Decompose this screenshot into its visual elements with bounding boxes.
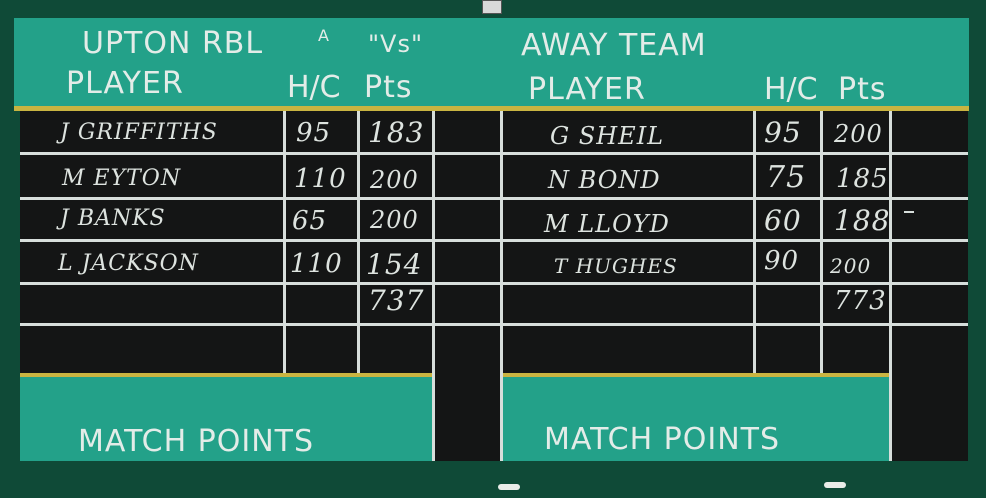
away-match-points-label: MATCH POINTS: [544, 422, 781, 457]
home-match-points-label: MATCH POINTS: [78, 424, 315, 459]
away-pts-header: Pts: [838, 72, 887, 107]
home-match-points-box: [435, 375, 500, 461]
home-pts-value: 200: [370, 166, 419, 194]
hanging-tab: [824, 482, 846, 488]
home-team-title-mark: A: [318, 26, 330, 45]
scoreboard: UPTON RBL A "Vs" AWAY TEAM PLAYER H/C Pt…: [0, 0, 986, 498]
hanging-tab: [498, 484, 520, 490]
home-hc-value: 95: [296, 118, 332, 148]
home-player-header: PLAYER: [66, 66, 184, 101]
home-pts-value: 154: [366, 248, 423, 281]
score-grid: [20, 111, 968, 375]
home-team-title: UPTON RBL: [82, 26, 264, 61]
away-hc-value: 60: [764, 204, 802, 237]
away-hc-value: 75: [766, 160, 807, 195]
grid-line: [820, 111, 823, 375]
away-player-name: M LLOYD: [544, 210, 670, 238]
grid-line: [283, 111, 286, 375]
away-pts-value: 188: [834, 204, 891, 237]
away-hc-header: H/C: [764, 72, 818, 107]
home-hc-value: 110: [294, 164, 347, 194]
away-player-header: PLAYER: [528, 72, 646, 107]
home-hc-header: H/C: [287, 70, 341, 105]
away-player-name: G SHEIL: [550, 122, 665, 150]
home-pts-value: 183: [368, 116, 425, 149]
home-hc-value: 65: [292, 206, 328, 236]
away-match-points-box: [892, 375, 968, 461]
home-pts-header: Pts: [364, 70, 413, 105]
home-hc-value: 110: [290, 249, 343, 279]
grid-line: [20, 323, 968, 326]
grid-line: [20, 282, 968, 285]
grid-line: [20, 239, 968, 242]
home-player-name: L JACKSON: [58, 251, 199, 276]
grid-line: [753, 111, 756, 375]
away-player-name: T HUGHES: [554, 254, 678, 278]
grid-line: [20, 152, 968, 155]
away-hc-value: 90: [764, 246, 800, 276]
grid-line: [357, 111, 360, 375]
home-player-name: J GRIFFITHS: [60, 120, 218, 145]
away-pts-value: 200: [834, 120, 883, 148]
away-total: 773: [834, 286, 887, 316]
away-pts-value: 185: [836, 164, 889, 194]
away-team-title: AWAY TEAM: [521, 28, 707, 63]
home-player-name: J BANKS: [60, 206, 166, 231]
home-pts-value: 200: [370, 206, 419, 234]
away-player-name: N BOND: [548, 166, 661, 194]
grid-line: [20, 197, 968, 200]
home-total: 737: [368, 284, 425, 317]
chalk-mark: [904, 211, 914, 213]
away-hc-value: 95: [764, 116, 802, 149]
home-player-name: M EYTON: [62, 166, 182, 191]
flag-badge-icon: [482, 0, 502, 14]
vs-label: "Vs": [368, 30, 423, 58]
away-pts-value: 200: [830, 254, 872, 278]
